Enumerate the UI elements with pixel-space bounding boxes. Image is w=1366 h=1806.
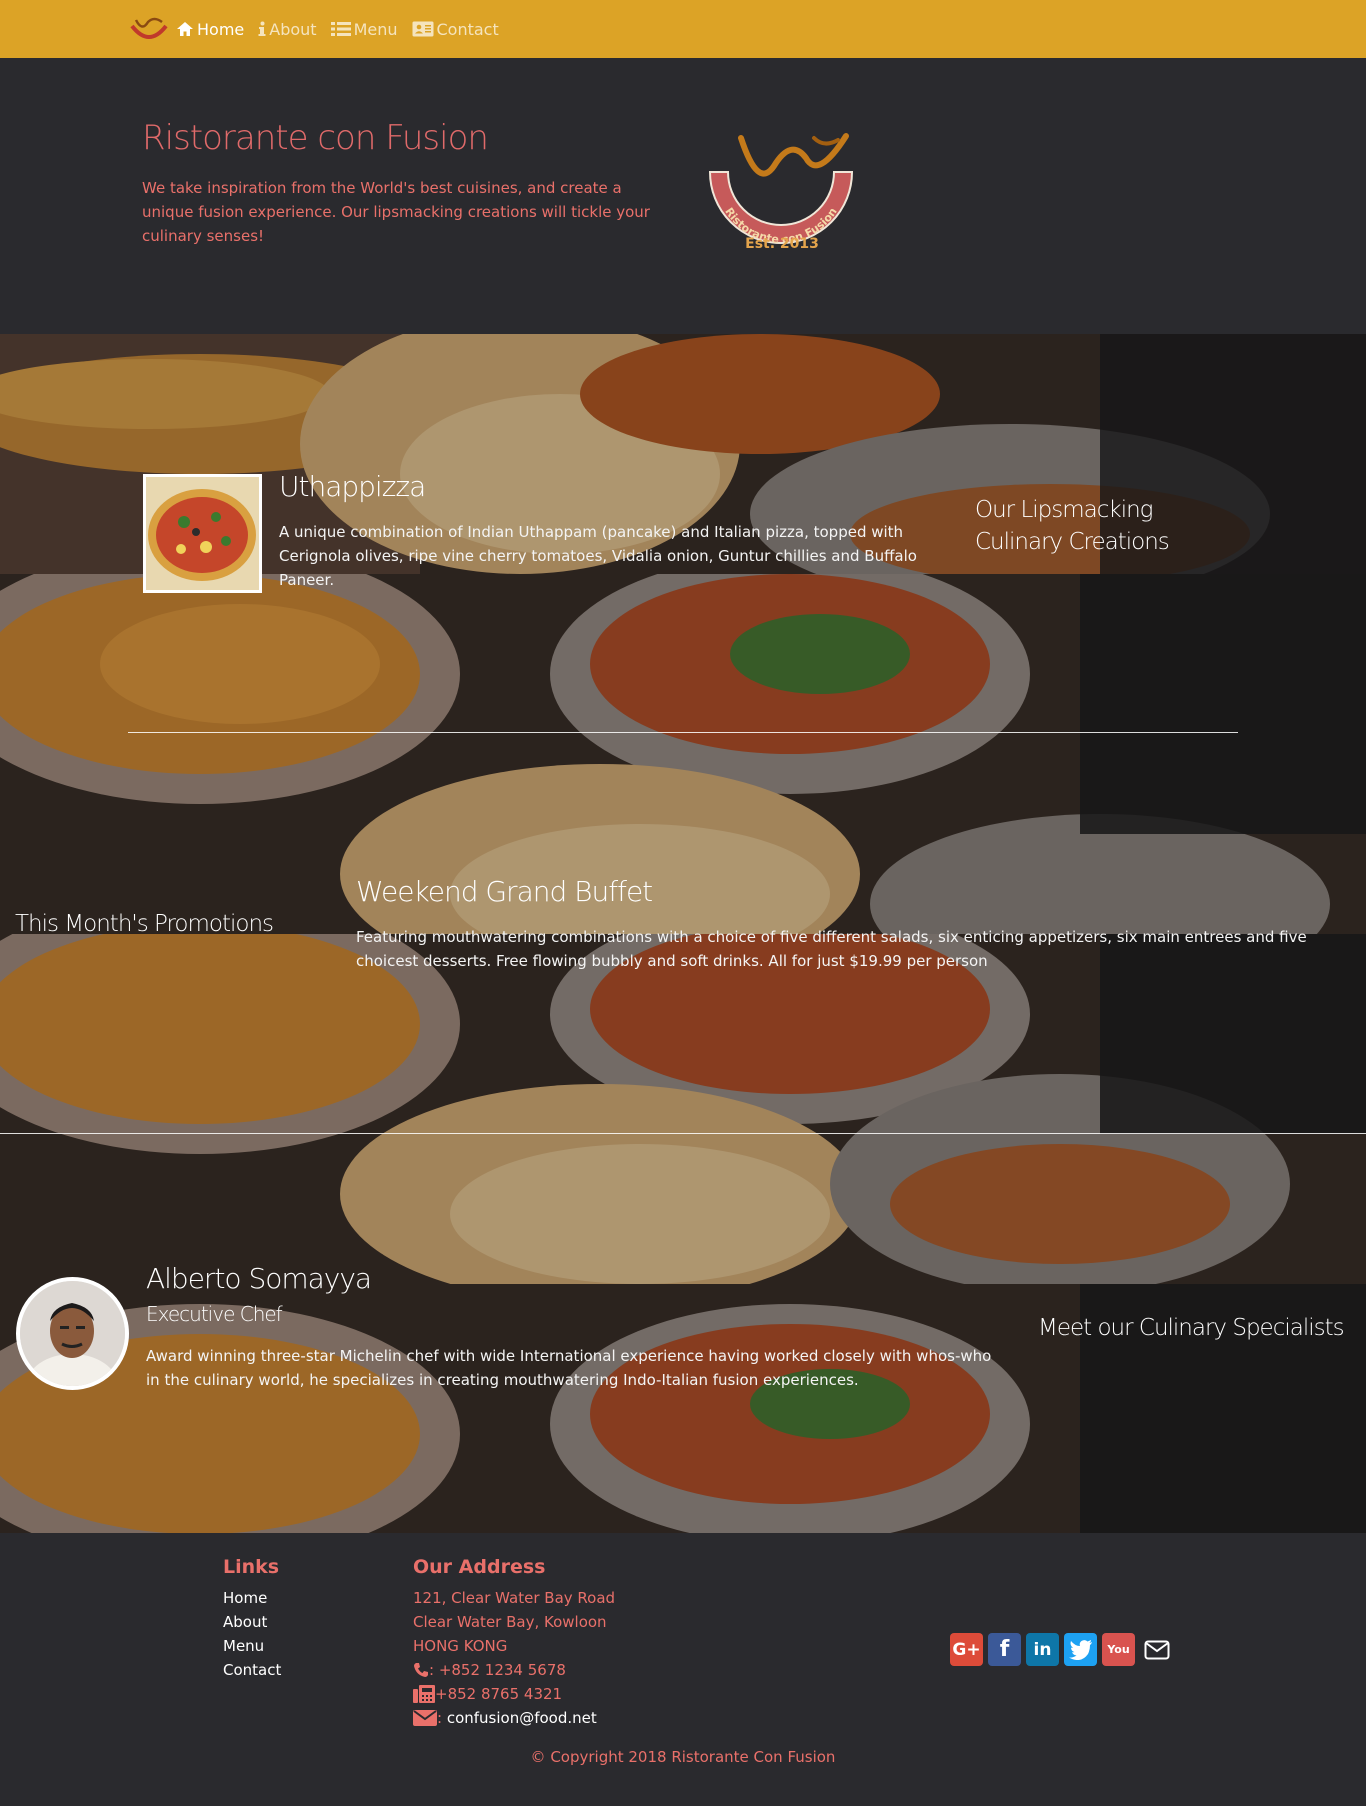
twitter-icon[interactable] [1064,1633,1097,1666]
chef-avatar [16,1277,129,1390]
nav-menu-label: Menu [353,19,398,39]
address-card-icon [412,21,433,37]
nav-about-label: About [269,19,317,39]
linkedin-icon[interactable]: in [1026,1633,1059,1666]
dish-side-heading: Our Lipsmacking Culinary Creations [975,497,1170,555]
footer-phone: : +852 1234 5678 [413,1661,566,1679]
promotion-side-heading: This Month's Promotions [15,911,274,937]
promotion-description: Featuring mouthwatering combinations wit… [356,928,1307,970]
navbar: Home About Menu Contact [0,0,1366,58]
footer-link-contact[interactable]: Contact [223,1661,281,1679]
dish-image [143,474,262,593]
brand-logo-icon[interactable] [128,14,170,44]
leader-name: Alberto Somayya [146,1262,372,1295]
social-links: G+ f in You [950,1633,1173,1666]
food-background-image [0,574,1366,934]
promotion-name: Weekend Grand Buffet [356,875,653,908]
address-line: 121, Clear Water Bay Road [413,1589,616,1607]
food-background-image [0,934,1366,1284]
google-plus-icon[interactable]: G+ [950,1633,983,1666]
info-icon [258,21,266,36]
nav-home-label: Home [197,19,245,39]
footer-link-home[interactable]: Home [223,1589,267,1607]
footer-address-heading: Our Address [413,1556,546,1578]
footer-link-about[interactable]: About [223,1613,267,1631]
nav-about[interactable]: About [258,19,317,39]
fax-icon [413,1685,435,1703]
home-icon [177,22,193,36]
phone-icon [414,1663,428,1677]
pizza-image [146,477,259,590]
content-area: Uthappizza A unique combination of India… [0,334,1366,1533]
chef-photo [20,1281,125,1386]
mail-icon[interactable] [1140,1633,1173,1666]
dish-name: Uthappizza [279,470,426,503]
email-link[interactable]: confusion@food.net [447,1709,597,1727]
leader-side-heading: Meet our Culinary Specialists [1038,1315,1345,1341]
phone-number: : +852 1234 5678 [429,1661,566,1679]
jumbotron-text: We take inspiration from the World's bes… [142,179,650,245]
address-line: Clear Water Bay, Kowloon [413,1613,607,1631]
restaurant-logo: Ristorante con Fusion Est. 2013 [708,133,854,252]
fax-number: +852 8765 4321 [435,1685,563,1703]
divider [0,1133,1366,1134]
jumbotron: Ristorante con Fusion We take inspiratio… [0,58,1366,334]
nav-home[interactable]: Home [176,20,244,39]
list-icon [330,22,351,36]
nav-menu[interactable]: Menu [330,19,398,39]
address-line: HONG KONG [413,1637,508,1655]
envelope-outline-icon [1144,1640,1169,1659]
footer-links-heading: Links [223,1556,280,1578]
divider [128,732,1238,733]
footer-email: : confusion@food.net [413,1709,597,1727]
page-title: Ristorante con Fusion [142,118,489,158]
footer-link-menu[interactable]: Menu [223,1637,264,1655]
facebook-icon[interactable]: f [988,1633,1021,1666]
leader-description: Award winning three-star Michelin chef w… [146,1347,992,1389]
footer-fax: +852 8765 4321 [413,1685,562,1703]
nav-contact[interactable]: Contact [412,20,499,39]
nav-contact-label: Contact [436,19,499,39]
dish-description: A unique combination of Indian Uthappam … [279,523,917,589]
youtube-icon[interactable]: You [1102,1633,1135,1666]
copyright: © Copyright 2018 Ristorante Con Fusion [530,1748,836,1766]
envelope-icon [413,1710,437,1726]
leader-designation: Executive Chef [146,1302,283,1326]
twitter-bird-icon [1068,1639,1092,1660]
logo-est-text: Est. 2013 [745,236,819,252]
